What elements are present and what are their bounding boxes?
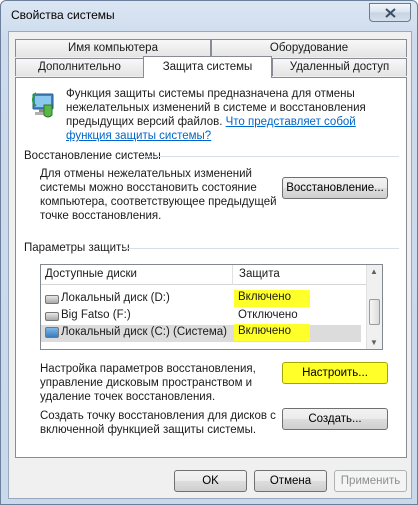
restore-line-4: точке восстановления.	[40, 210, 162, 222]
ok-button[interactable]: OK	[174, 470, 247, 492]
close-icon	[385, 8, 396, 18]
tab-label: Дополнительно	[38, 61, 121, 73]
system-protection-icon	[32, 92, 54, 118]
drive-name: Локальный диск (C:) (Система)	[61, 326, 227, 338]
column-header-drives[interactable]: Доступные диски	[45, 268, 137, 280]
tab-label: Защита системы	[162, 61, 253, 73]
title-bar[interactable]: Свойства системы	[1, 1, 417, 31]
scroll-down-icon[interactable]: ▼	[370, 338, 378, 347]
table-row[interactable]: Big Fatso (F:) Отключено	[41, 308, 361, 325]
tab-label: Удаленный доступ	[289, 61, 390, 73]
restore-button[interactable]: Восстановление...	[282, 177, 388, 199]
tab-system-protection[interactable]: Защита системы	[143, 56, 272, 78]
apply-button[interactable]: Применить	[334, 470, 407, 492]
column-header-protection[interactable]: Защита	[239, 268, 280, 280]
close-button[interactable]	[369, 3, 411, 22]
column-separator[interactable]	[232, 265, 233, 285]
protection-group-title: Параметры защиты	[24, 242, 130, 254]
help-link-part-1[interactable]: Что представляет собой	[226, 116, 356, 128]
intro-text: предыдущих версий файлов.	[66, 116, 223, 128]
system-protection-panel: Функция защиты системы предназначена для…	[15, 77, 407, 458]
tab-remote-access[interactable]: Удаленный доступ	[272, 58, 407, 76]
configure-button[interactable]: Настроить...	[282, 362, 388, 384]
list-scrollbar[interactable]: ▲ ▼	[366, 265, 382, 349]
restore-group-title: Восстановление системы	[24, 150, 161, 162]
list-header: Доступные диски Защита	[41, 265, 382, 285]
group-divider	[122, 248, 399, 249]
protection-status: Отключено	[238, 309, 298, 321]
intro-line-2: нежелательных изменений в системе и восс…	[66, 102, 366, 114]
tab-computer-name[interactable]: Имя компьютера	[15, 39, 211, 57]
scrollbar-thumb[interactable]	[369, 299, 380, 325]
configure-line-3: удаление точек восстановления.	[40, 391, 216, 403]
restore-line-1: Для отмены нежелательных изменений	[40, 168, 252, 180]
help-link-part-2[interactable]: функция защиты системы?	[66, 129, 211, 143]
tab-label: Оборудование	[269, 42, 349, 54]
restore-line-3: компьютера, соответствующее предыдущей	[40, 196, 277, 208]
drive-icon	[45, 312, 59, 321]
window-title: Свойства системы	[11, 8, 115, 22]
create-line-2: включенной функцией защиты системы.	[40, 424, 257, 436]
drives-list[interactable]: Доступные диски Защита Локальный диск (D…	[40, 264, 383, 350]
table-row[interactable]: Локальный диск (C:) (Система) Включено	[41, 324, 361, 342]
protection-status: Включено	[234, 324, 310, 341]
intro-line-3: предыдущих версий файлов. Что представля…	[66, 115, 356, 129]
system-drive-icon	[45, 327, 59, 338]
system-properties-window: Свойства системы Имя компьютера Оборудов…	[0, 0, 418, 505]
configure-line-1: Настройка параметров восстановления,	[40, 363, 256, 375]
tab-advanced[interactable]: Дополнительно	[15, 58, 144, 76]
dialog-client: Имя компьютера Оборудование Дополнительн…	[8, 31, 412, 499]
intro-line-1: Функция защиты системы предназначена для…	[66, 88, 355, 100]
group-divider	[144, 156, 399, 157]
configure-line-2: управление дисковым пространством и	[40, 377, 253, 389]
tab-hardware[interactable]: Оборудование	[211, 39, 407, 57]
restore-line-2: системы можно восстановить состояние	[40, 182, 257, 194]
scroll-up-icon[interactable]: ▲	[370, 267, 378, 276]
cancel-button[interactable]: Отмена	[254, 470, 327, 492]
tab-label: Имя компьютера	[68, 42, 158, 54]
table-row[interactable]: Локальный диск (D:) Включено	[41, 290, 361, 308]
drive-name: Big Fatso (F:)	[61, 309, 131, 321]
create-line-1: Создать точку восстановления для дисков …	[40, 410, 276, 422]
protection-status: Включено	[234, 290, 310, 307]
drive-name: Локальный диск (D:)	[61, 292, 170, 304]
drive-icon	[45, 295, 59, 304]
create-button[interactable]: Создать...	[282, 408, 388, 430]
